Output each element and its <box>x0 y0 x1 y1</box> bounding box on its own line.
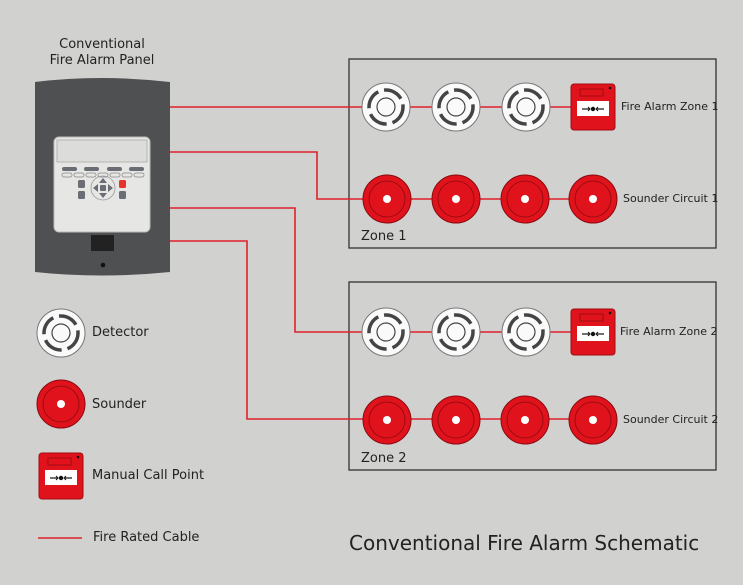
detector <box>430 81 482 133</box>
sounder <box>362 395 412 445</box>
sounder <box>500 174 550 224</box>
schematic-title: Conventional Fire Alarm Schematic <box>349 531 700 555</box>
legend-sounder-label: Sounder <box>92 397 147 412</box>
detector <box>500 306 552 358</box>
detector <box>430 306 482 358</box>
schematic-canvas <box>35 58 717 539</box>
zone-2-sounder-circuit-label: Sounder Circuit 2 <box>623 413 719 426</box>
sounder <box>431 174 481 224</box>
zone-1-label: Zone 1 <box>361 229 407 244</box>
legend-sounder-icon <box>36 379 86 429</box>
legend-detector-icon <box>35 307 87 359</box>
panel-button <box>78 180 85 188</box>
panel-key-slot <box>91 235 114 251</box>
detector <box>500 81 552 133</box>
sounder <box>431 395 481 445</box>
legend-detector-label: Detector <box>92 325 149 340</box>
fire-alarm-panel <box>35 78 170 276</box>
legend-manual-call-point-label: Manual Call Point <box>92 468 205 483</box>
sounder <box>362 174 412 224</box>
zone-1-detector-circuit-label: Fire Alarm Zone 1 <box>621 100 719 113</box>
detector <box>360 81 412 133</box>
panel-button <box>78 191 85 199</box>
panel-alarm-button <box>119 180 126 188</box>
manual-call-point <box>570 83 616 131</box>
legend-cable-label: Fire Rated Cable <box>93 530 200 545</box>
zone-1-sounder-circuit-label: Sounder Circuit 1 <box>623 192 719 205</box>
panel-display <box>56 139 148 163</box>
manual-call-point <box>570 308 616 356</box>
sounder <box>568 174 618 224</box>
panel-button <box>119 191 126 199</box>
sounder <box>568 395 618 445</box>
legend-manual-call-point-icon <box>38 452 84 500</box>
zone-2-detector-circuit-label: Fire Alarm Zone 2 <box>620 325 718 338</box>
detector <box>360 306 412 358</box>
sounder <box>500 395 550 445</box>
zone-2-label: Zone 2 <box>361 451 407 466</box>
panel-title: Conventional Fire Alarm Panel <box>49 37 155 68</box>
